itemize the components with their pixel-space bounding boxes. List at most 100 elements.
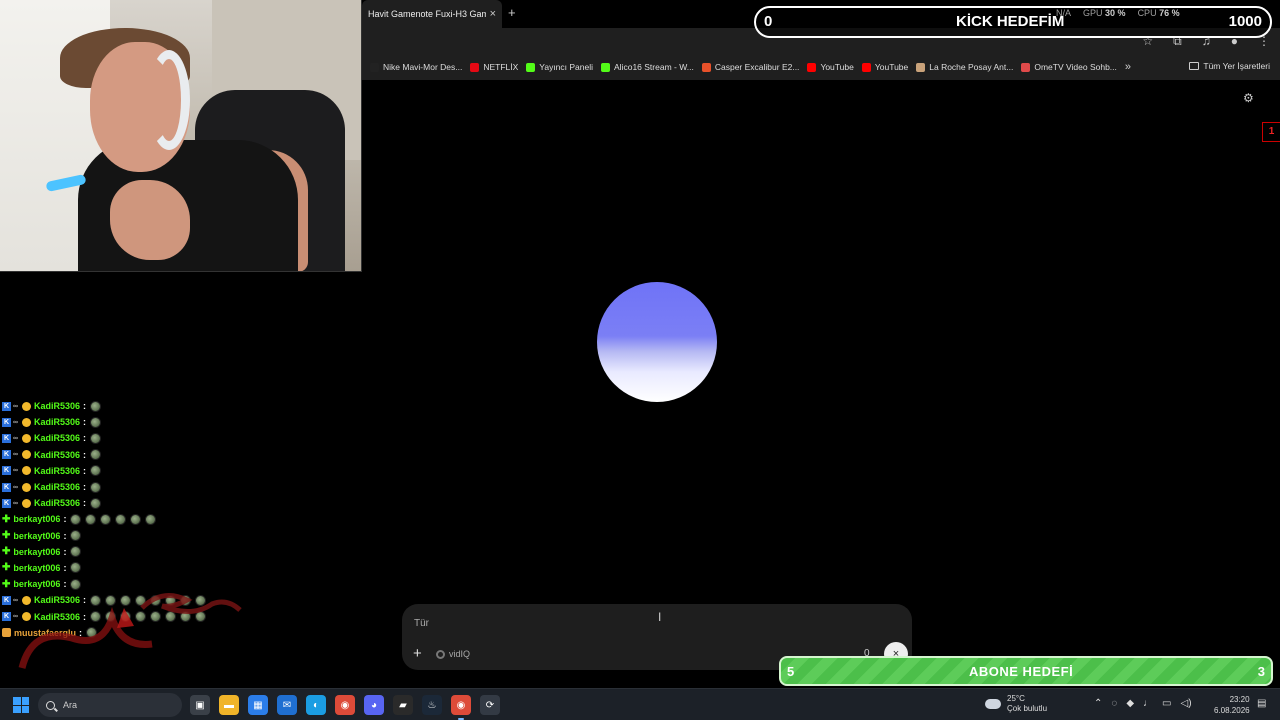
chat-username[interactable]: KadiR5306 [34, 482, 80, 492]
chat-separator: : [63, 546, 67, 557]
plus-badge-icon: ✚ [2, 546, 11, 558]
tray-shield-icon[interactable]: ◆ [1126, 698, 1134, 709]
chevron-up-icon[interactable]: ⌃ [1094, 698, 1102, 709]
new-tab-button[interactable]: + [508, 5, 516, 20]
sub-goal-bar: 5 ABONE HEDEFİ 3 [779, 656, 1273, 686]
task-view-icon[interactable]: ▣ [190, 695, 210, 715]
bookmark-item[interactable]: NETFLİX [470, 62, 518, 72]
microphone-icon[interactable]: ♩ [1143, 698, 1153, 709]
windows-start-icon[interactable] [13, 697, 29, 713]
chat-username[interactable]: berkayt006 [13, 531, 60, 541]
notification-icon[interactable]: ▤ [1257, 698, 1266, 709]
weather-widget[interactable]: 25°C Çok bulutlu [985, 694, 1047, 714]
chat-username[interactable]: KadiR5306 [34, 417, 80, 427]
mail-icon[interactable]: ✉ [277, 695, 297, 715]
kick-badge-icon: K [2, 417, 11, 427]
bookmark-item[interactable]: Casper Excalibur E2... [701, 62, 800, 72]
chat-separator: : [63, 530, 67, 541]
discord-icon[interactable]: ◕ [364, 695, 384, 715]
bookmark-favicon-icon [370, 62, 379, 72]
chat-username[interactable]: KadiR5306 [34, 401, 80, 411]
headset-icon [148, 50, 190, 150]
system-tray: ⌃ ◌ ◆ ♩ ▭ ◁) [1094, 698, 1192, 709]
obs-icon[interactable]: ▰ [393, 695, 413, 715]
steam-icon[interactable]: ♨ [422, 695, 442, 715]
emote-icon [90, 481, 102, 493]
clock-date: 6.08.2026 [1214, 706, 1250, 715]
add-attachment-button[interactable]: + [413, 645, 422, 662]
performance-overlay: N/A GPU 30 % CPU 76 % [1056, 8, 1180, 18]
network-icon[interactable]: ▭ [1162, 698, 1171, 709]
prompt-input[interactable]: Tür [414, 618, 429, 629]
taskbar-search[interactable]: Ara [38, 693, 182, 717]
bookmark-item[interactable]: Alico16 Stream - W... [601, 62, 694, 72]
all-bookmarks-label: Tüm Yer İşaretleri [1203, 61, 1270, 71]
all-bookmarks-button[interactable]: Tüm Yer İşaretleri [1189, 61, 1270, 71]
emote-icon [70, 530, 82, 542]
sub-badge-icon: ∞ [13, 402, 18, 410]
emote-icon [90, 465, 102, 477]
chat-separator: : [83, 417, 87, 428]
gpu-stat: GPU 30 % [1083, 8, 1126, 18]
chat-username[interactable]: KadiR5306 [34, 450, 80, 460]
tab-close-icon[interactable]: × [490, 8, 496, 20]
store-icon[interactable]: ▦ [248, 695, 268, 715]
bookmarks-more-icon[interactable]: » [1125, 61, 1131, 73]
side-notification-tab[interactable]: 1 [1262, 122, 1280, 142]
coin-badge-icon [22, 482, 31, 492]
text-cursor-icon: I [658, 610, 662, 624]
app-icon[interactable]: ⟳ [480, 695, 500, 715]
voice-orb[interactable] [597, 282, 717, 402]
bookmark-label: NETFLİX [483, 62, 519, 72]
emote-icon [145, 513, 157, 525]
bookmark-favicon-icon [701, 62, 711, 72]
chat-separator: : [63, 514, 67, 525]
bookmark-label: YouTube [820, 62, 854, 72]
taskbar-clock[interactable]: 23:20 6.08.2026 [1214, 694, 1250, 716]
chat-message: ✚ berkayt006: [0, 560, 300, 576]
bookmark-label: Alico16 Stream - W... [614, 62, 694, 72]
chrome-icon[interactable]: ◉ [335, 695, 355, 715]
bookmark-item[interactable]: YouTube [861, 62, 908, 72]
chat-message: ✚ berkayt006: [0, 528, 300, 544]
bookmark-label: Yayıncı Paneli [539, 62, 594, 72]
bookmark-item[interactable]: Yayıncı Paneli [526, 62, 593, 72]
bookmark-item[interactable]: La Roche Posay Ant... [916, 62, 1013, 72]
bookmark-item[interactable]: OmeTV Video Sohb... [1021, 62, 1117, 72]
taskbar-search-label: Ara [63, 700, 78, 710]
vidiq-button[interactable]: vidIQ [436, 649, 470, 659]
vidiq-label: vidIQ [449, 649, 471, 659]
coin-badge-icon [22, 433, 31, 443]
emote-icon [100, 513, 112, 525]
emote-icon [70, 562, 82, 574]
chat-username[interactable]: berkayt006 [13, 563, 60, 573]
emote-icon [90, 432, 102, 444]
cpu-stat: CPU 76 % [1137, 8, 1180, 18]
edge-icon[interactable]: ◐ [306, 695, 326, 715]
file-explorer-icon[interactable]: ▬ [219, 695, 239, 715]
emote-icon [90, 497, 102, 509]
coin-badge-icon [22, 498, 31, 508]
chrome-active-icon[interactable]: ◉ [451, 695, 471, 720]
chat-message: ✚ berkayt006: [0, 511, 300, 527]
chat-username[interactable]: KadiR5306 [34, 498, 80, 508]
settings-sliders-icon[interactable]: ⚙ [1243, 91, 1254, 105]
stream-logo [12, 588, 242, 678]
chat-username[interactable]: KadiR5306 [34, 433, 80, 443]
bookmark-item[interactable]: Nike Mavi-Mor Des... [370, 62, 462, 72]
chat-message: ✚ berkayt006: [0, 544, 300, 560]
chat-username[interactable]: KadiR5306 [34, 466, 80, 476]
bookmark-label: Casper Excalibur E2... [714, 62, 800, 72]
chat-message: K ∞ KadiR5306: [0, 398, 300, 414]
browser-tab[interactable]: Havit Gamenote Fuxi-H3 Gamin × [362, 0, 502, 28]
chat-username[interactable]: berkayt006 [13, 547, 60, 557]
kick-badge-icon: K [2, 401, 11, 411]
tray-app-icon[interactable]: ◌ [1111, 698, 1117, 709]
bookmark-item[interactable]: YouTube [807, 62, 854, 72]
kick-badge-icon: K [2, 433, 11, 443]
coin-badge-icon [22, 466, 31, 476]
bookmark-favicon-icon [916, 62, 926, 72]
volume-icon[interactable]: ◁) [1181, 698, 1192, 709]
chat-username[interactable]: berkayt006 [13, 514, 60, 524]
sub-goal-title: ABONE HEDEFİ [969, 664, 1074, 679]
